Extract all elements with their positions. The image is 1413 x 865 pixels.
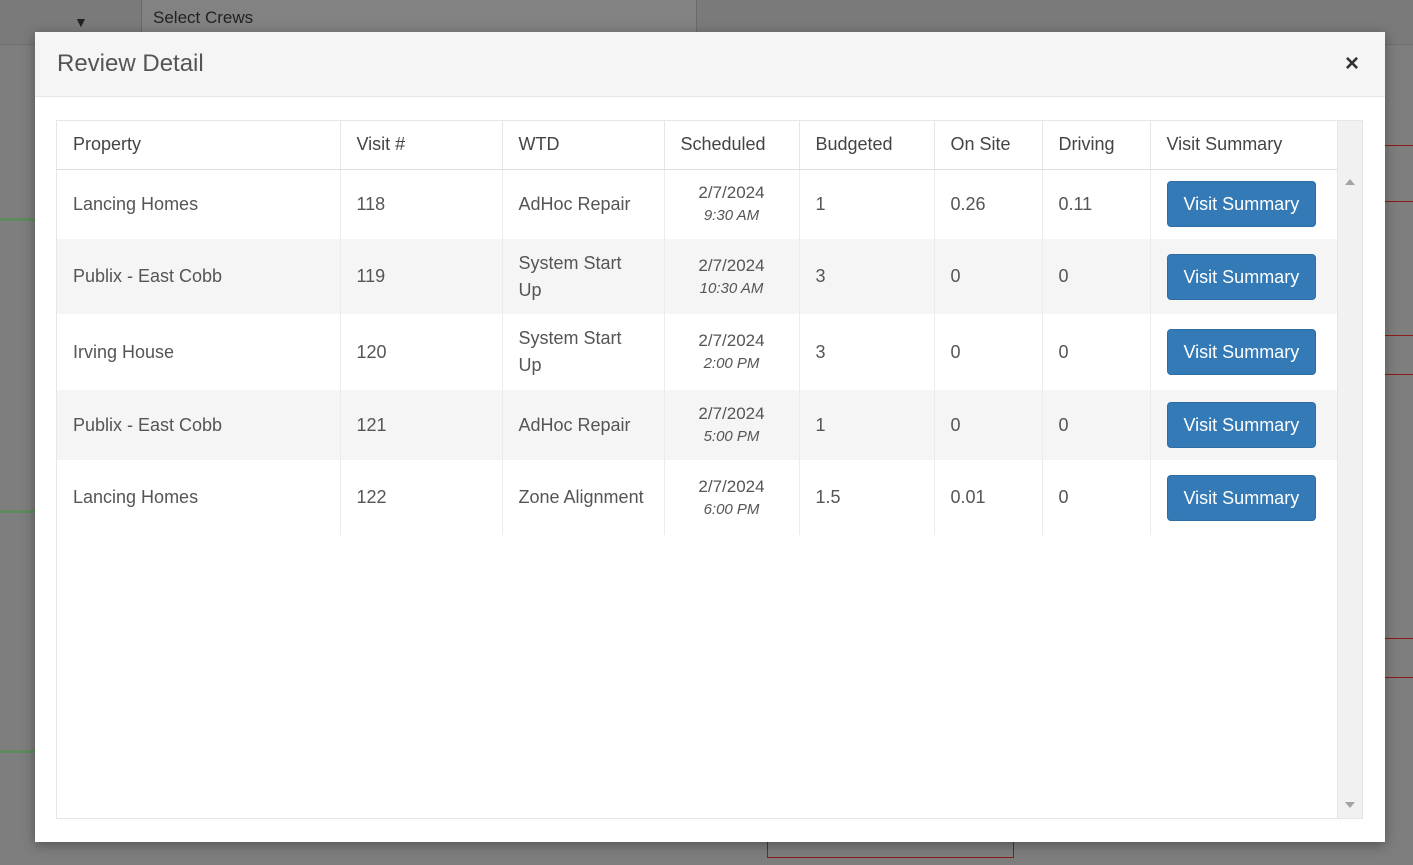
scheduled-time: 5:00 PM xyxy=(703,428,760,445)
background-cell xyxy=(1384,335,1413,375)
visit-summary-cell: Visit Summary xyxy=(1150,460,1339,535)
budgeted-cell: 1 xyxy=(799,169,935,239)
visit-summary-cell: Visit Summary xyxy=(1150,314,1339,390)
review-table-container: Property Visit # WTD Scheduled Budgeted … xyxy=(56,120,1363,819)
column-header[interactable]: Visit # xyxy=(340,121,503,170)
wtd-cell: AdHoc Repair xyxy=(502,390,665,460)
wtd-cell: AdHoc Repair xyxy=(502,169,665,239)
table-scrollbar[interactable] xyxy=(1337,169,1362,818)
wtd-cell: System Start Up xyxy=(502,314,665,390)
driving-cell: 0 xyxy=(1042,390,1151,460)
background-cell xyxy=(1384,638,1413,678)
table-row: Publix - East Cobb 119 System Start Up 2… xyxy=(57,239,1339,314)
driving-cell: 0 xyxy=(1042,314,1151,390)
visit-number-cell: 121 xyxy=(340,390,503,460)
property-cell: Lancing Homes xyxy=(57,460,341,535)
budgeted-cell: 1 xyxy=(799,390,935,460)
modal-header: Review Detail × xyxy=(35,32,1385,97)
property-cell: Irving House xyxy=(57,314,341,390)
wtd-cell: Zone Alignment xyxy=(502,460,665,535)
scheduled-cell: 2/7/2024 5:00 PM xyxy=(664,390,800,460)
property-cell: Publix - East Cobb xyxy=(57,239,341,314)
budgeted-cell: 3 xyxy=(799,314,935,390)
driving-cell: 0.11 xyxy=(1042,169,1151,239)
on-site-cell: 0 xyxy=(934,390,1043,460)
driving-cell: 0 xyxy=(1042,239,1151,314)
on-site-cell: 0 xyxy=(934,239,1043,314)
table-row: Lancing Homes 122 Zone Alignment 2/7/202… xyxy=(57,460,1339,535)
scheduled-cell: 2/7/2024 10:30 AM xyxy=(664,239,800,314)
scheduled-date: 2/7/2024 xyxy=(698,331,765,350)
scheduled-date: 2/7/2024 xyxy=(698,183,765,203)
column-header[interactable]: WTD xyxy=(502,121,665,170)
column-header[interactable]: Property xyxy=(57,121,341,170)
column-header[interactable]: Driving xyxy=(1042,121,1151,170)
visit-summary-button[interactable]: Visit Summary xyxy=(1166,474,1317,521)
scheduled-date: 2/7/2024 xyxy=(698,404,765,423)
scheduled-time: 6:00 PM xyxy=(703,500,760,518)
on-site-cell: 0 xyxy=(934,314,1043,390)
background-cell xyxy=(1384,145,1413,202)
scheduled-cell: 2/7/2024 6:00 PM xyxy=(664,460,800,535)
table-row: Irving House 120 System Start Up 2/7/202… xyxy=(57,314,1339,390)
scheduled-date: 2/7/2024 xyxy=(698,255,765,275)
visit-number-cell: 118 xyxy=(340,169,503,239)
budgeted-cell: 1.5 xyxy=(799,460,935,535)
visit-summary-cell: Visit Summary xyxy=(1150,169,1339,239)
modal-title: Review Detail xyxy=(57,50,204,77)
column-header[interactable]: Visit Summary xyxy=(1150,121,1339,170)
scheduled-date: 2/7/2024 xyxy=(698,476,765,496)
background-divider xyxy=(0,218,35,221)
column-header[interactable]: Budgeted xyxy=(799,121,935,170)
table-row: Lancing Homes 118 AdHoc Repair 2/7/2024 … xyxy=(57,169,1339,239)
property-cell: Publix - East Cobb xyxy=(57,390,341,460)
close-icon[interactable]: × xyxy=(1341,52,1363,76)
scheduled-cell: 2/7/2024 9:30 AM xyxy=(664,169,800,239)
scheduled-time: 2:00 PM xyxy=(703,355,760,372)
visit-number-cell: 119 xyxy=(340,239,503,314)
visit-summary-button[interactable]: Visit Summary xyxy=(1166,253,1317,300)
scheduled-time: 10:30 AM xyxy=(699,279,764,297)
visit-number-cell: 120 xyxy=(340,314,503,390)
background-cell xyxy=(767,842,1014,858)
scroll-down-icon[interactable] xyxy=(1345,802,1355,808)
table-row: Publix - East Cobb 121 AdHoc Repair 2/7/… xyxy=(57,390,1339,460)
column-header[interactable]: Scheduled xyxy=(664,121,800,170)
visit-number-cell: 122 xyxy=(340,460,503,535)
crew-select: Select Crews xyxy=(141,0,697,36)
column-header[interactable]: On Site xyxy=(934,121,1043,170)
scrollbar-header-spacer xyxy=(1337,121,1362,170)
visit-summary-button[interactable]: Visit Summary xyxy=(1166,402,1317,448)
on-site-cell: 0.26 xyxy=(934,169,1043,239)
review-table: Property Visit # WTD Scheduled Budgeted … xyxy=(57,121,1339,535)
on-site-cell: 0.01 xyxy=(934,460,1043,535)
background-divider xyxy=(0,750,35,753)
visit-summary-button[interactable]: Visit Summary xyxy=(1166,181,1317,228)
property-cell: Lancing Homes xyxy=(57,169,341,239)
budgeted-cell: 3 xyxy=(799,239,935,314)
chevron-down-icon: ▼ xyxy=(74,14,88,30)
scheduled-cell: 2/7/2024 2:00 PM xyxy=(664,314,800,390)
driving-cell: 0 xyxy=(1042,460,1151,535)
review-detail-modal: Review Detail × Property Visit # WTD Sch… xyxy=(35,32,1385,842)
visit-summary-button[interactable]: Visit Summary xyxy=(1166,329,1317,375)
wtd-cell: System Start Up xyxy=(502,239,665,314)
scroll-up-icon[interactable] xyxy=(1345,179,1355,185)
scheduled-time: 9:30 AM xyxy=(703,207,760,225)
background-divider xyxy=(0,510,35,513)
table-header-row: Property Visit # WTD Scheduled Budgeted … xyxy=(57,121,1339,170)
visit-summary-cell: Visit Summary xyxy=(1150,390,1339,460)
visit-summary-cell: Visit Summary xyxy=(1150,239,1339,314)
